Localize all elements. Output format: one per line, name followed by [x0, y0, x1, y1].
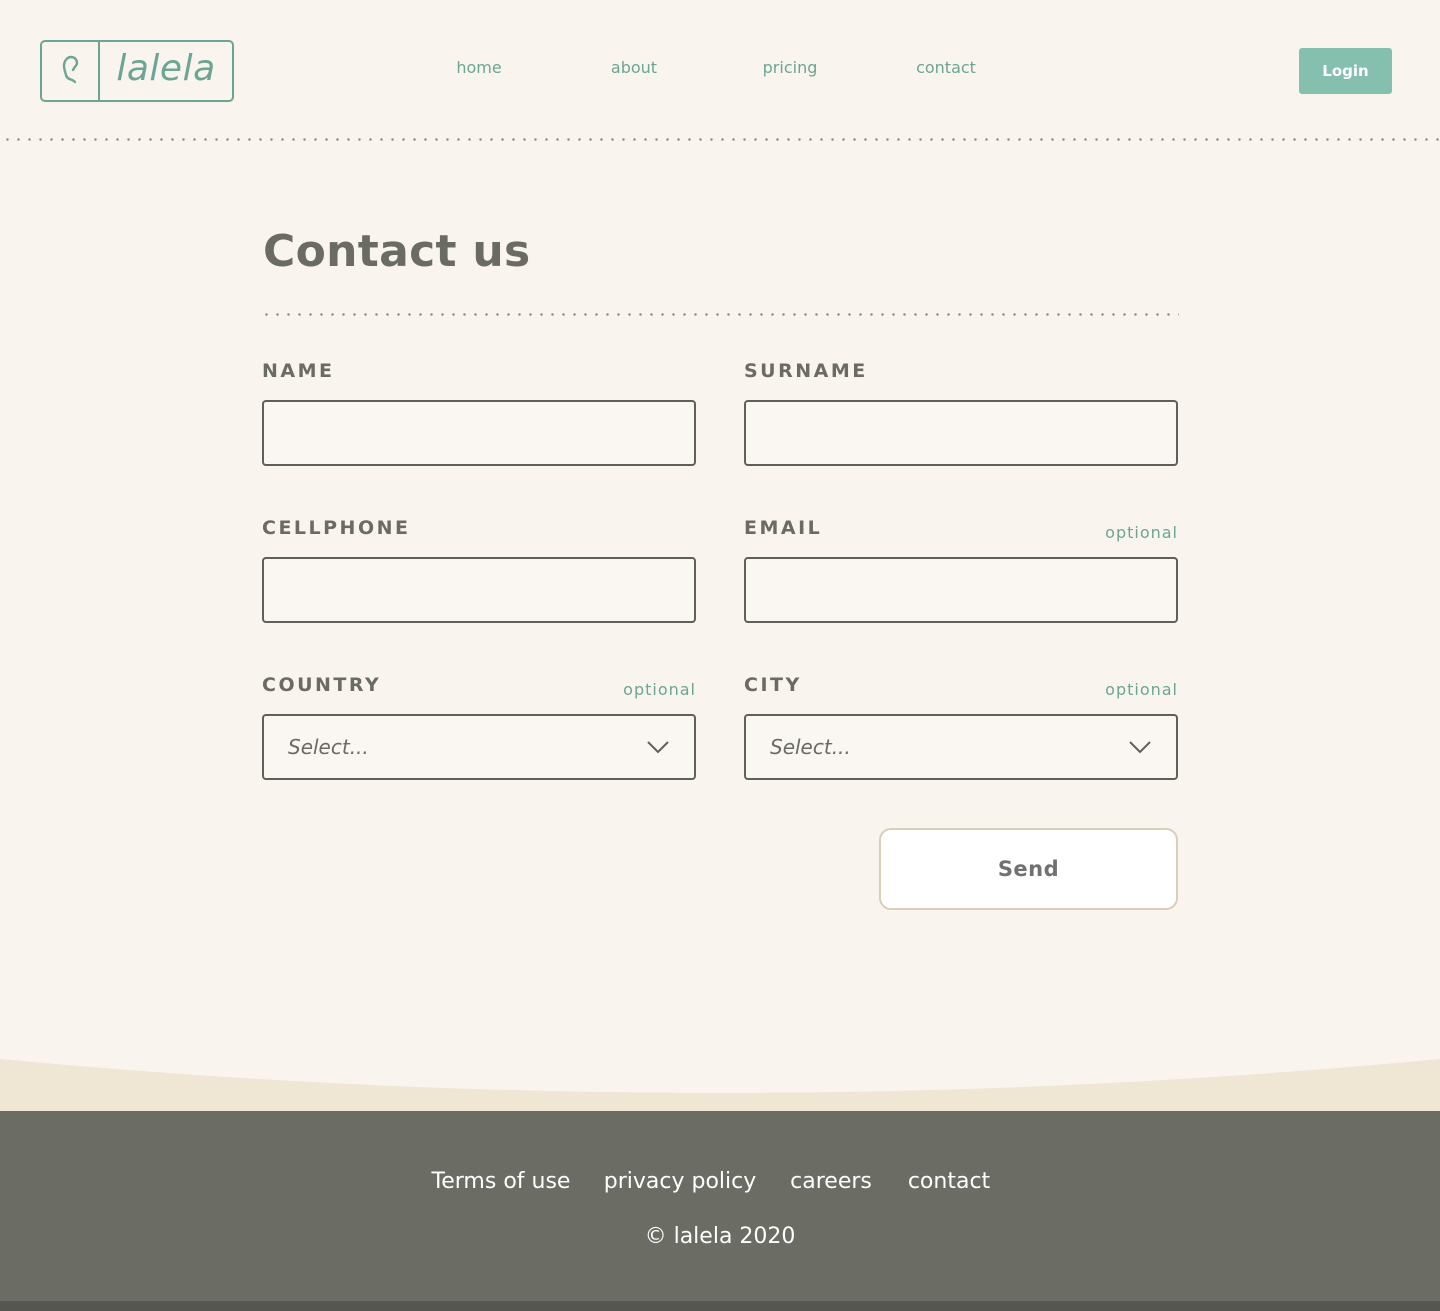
cellphone-input[interactable] — [262, 557, 696, 623]
footer-privacy-link[interactable]: privacy policy — [604, 1169, 757, 1194]
chevron-down-icon — [647, 741, 669, 754]
page-title: Contact us — [263, 226, 531, 277]
country-select-value: Select... — [288, 735, 369, 759]
city-label: CITY — [744, 674, 802, 696]
send-button[interactable]: Send — [879, 828, 1178, 910]
cellphone-label: CELLPHONE — [262, 517, 411, 539]
country-select[interactable]: Select... — [262, 714, 696, 780]
email-label: EMAIL — [744, 517, 823, 539]
country-optional-tag: optional — [623, 680, 696, 699]
nav-contact-link[interactable]: contact — [916, 58, 976, 77]
nav-about-link[interactable]: about — [611, 58, 657, 77]
footer-bottom-bar — [0, 1301, 1440, 1311]
city-select-value: Select... — [770, 735, 851, 759]
name-input[interactable] — [262, 400, 696, 466]
footer-contact-link[interactable]: contact — [908, 1169, 990, 1194]
email-optional-tag: optional — [1105, 523, 1178, 542]
footer-terms-link[interactable]: Terms of use — [432, 1169, 571, 1194]
login-button[interactable]: Login — [1299, 48, 1392, 94]
name-label: NAME — [262, 360, 335, 382]
main-nav: home about pricing contact — [0, 58, 1440, 82]
nav-pricing-link[interactable]: pricing — [763, 58, 818, 77]
footer-links: Terms of use privacy policy careers cont… — [0, 1169, 1440, 1199]
chevron-down-icon — [1129, 741, 1151, 754]
city-select[interactable]: Select... — [744, 714, 1178, 780]
contact-page: lalela home about pricing contact Login … — [0, 0, 1440, 1311]
surname-label: SURNAME — [744, 360, 868, 382]
header-divider — [0, 138, 1440, 141]
email-input[interactable] — [744, 557, 1178, 623]
site-header: lalela home about pricing contact Login — [0, 0, 1440, 140]
footer-careers-link[interactable]: careers — [790, 1169, 872, 1194]
copyright-text: © lalela 2020 — [644, 1224, 796, 1249]
city-optional-tag: optional — [1105, 680, 1178, 699]
site-footer: Terms of use privacy policy careers cont… — [0, 1111, 1440, 1301]
title-divider — [261, 313, 1179, 316]
nav-home-link[interactable]: home — [456, 58, 501, 77]
country-label: COUNTRY — [262, 674, 382, 696]
surname-input[interactable] — [744, 400, 1178, 466]
footer-wave — [0, 1059, 1440, 1112]
